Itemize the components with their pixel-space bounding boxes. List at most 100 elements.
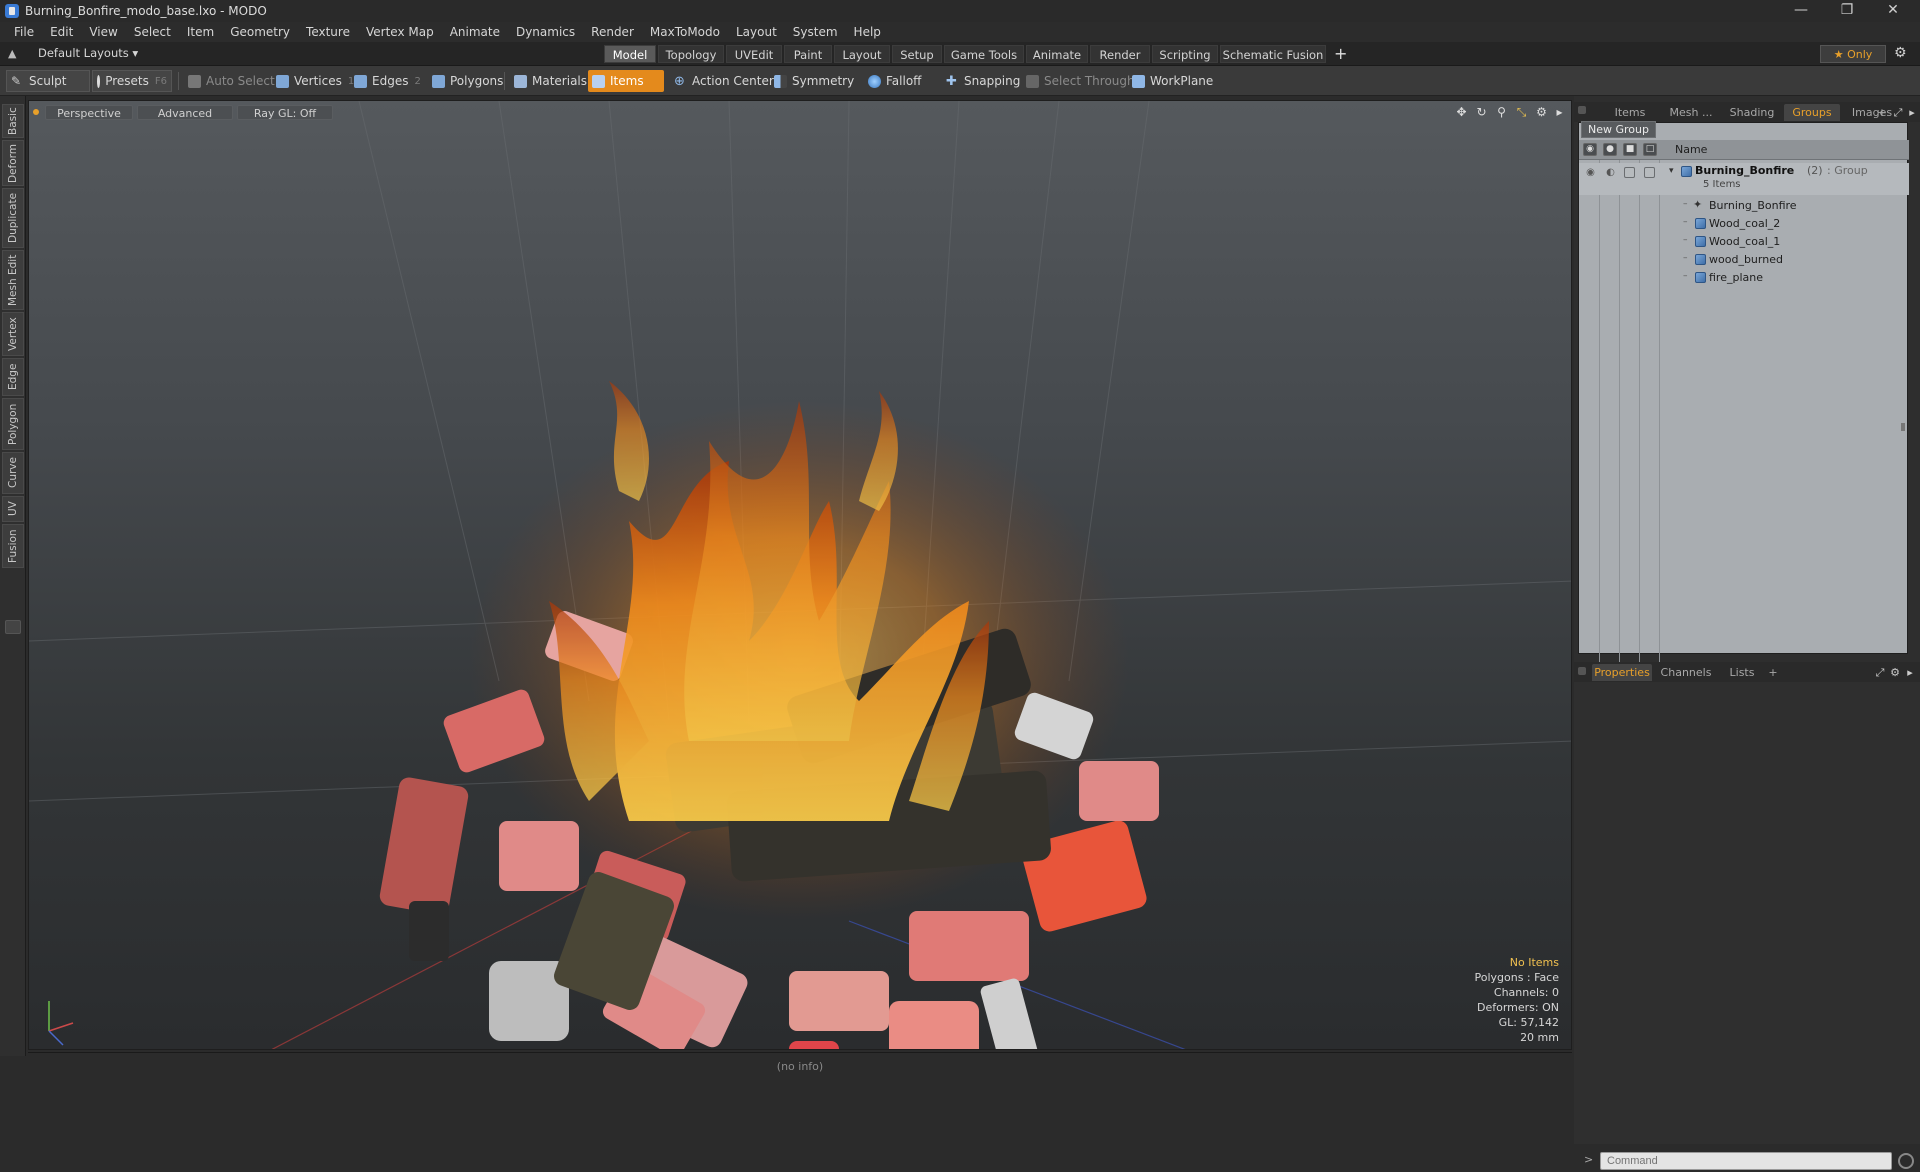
left-tab-uv[interactable]: UV	[2, 496, 24, 522]
presets-button[interactable]: Presets F6	[92, 70, 172, 92]
visibility-column-icon[interactable]: ◉	[1583, 143, 1597, 156]
viewport-menu-arrow-icon[interactable]: ▸	[1553, 106, 1566, 119]
panel-handle-icon[interactable]	[1578, 106, 1586, 114]
tab-uvedit[interactable]: UVEdit	[726, 45, 782, 63]
render-column-icon[interactable]: ●	[1603, 143, 1617, 156]
left-tab-curve[interactable]: Curve	[2, 452, 24, 494]
tab-lists[interactable]: Lists	[1720, 664, 1764, 681]
menu-file[interactable]: File	[6, 22, 42, 42]
left-tab-basic[interactable]: Basic	[2, 104, 24, 138]
snapping-button[interactable]: ✚ Snapping	[942, 70, 1024, 92]
layout-toggle-icon[interactable]: ▲	[8, 47, 16, 60]
group-render-icon[interactable]: ◐	[1605, 167, 1616, 178]
tab-channels[interactable]: Channels	[1656, 664, 1716, 681]
tab-layout[interactable]: Layout	[834, 45, 890, 63]
group-lock-checkbox[interactable]	[1624, 167, 1635, 178]
tab-mesh[interactable]: Mesh ...	[1662, 104, 1720, 121]
add-bottom-tab-button[interactable]: +	[1766, 664, 1780, 681]
raygl-toggle[interactable]: Ray GL: Off	[237, 105, 333, 120]
properties-gear-icon[interactable]: ⚙	[1888, 664, 1902, 681]
view-perspective-dropdown[interactable]: Perspective	[45, 105, 133, 120]
tree-item-wood-coal-1[interactable]: – Wood_coal_1	[1579, 233, 1909, 251]
viewport-gear-icon[interactable]: ⚙	[1535, 106, 1548, 119]
panel-arrow-icon[interactable]: ▸	[1904, 664, 1916, 681]
sculpt-button[interactable]: ✎ Sculpt	[6, 70, 90, 92]
tab-scripting[interactable]: Scripting	[1152, 45, 1218, 63]
view-mode-dropdown[interactable]: Advanced	[137, 105, 233, 120]
select-column-icon[interactable]: □	[1643, 143, 1657, 156]
maximize-icon[interactable]: ⤡	[1515, 106, 1528, 119]
menu-geometry[interactable]: Geometry	[222, 22, 298, 42]
minimize-button[interactable]: —	[1778, 0, 1824, 22]
tab-animate[interactable]: Animate	[1026, 45, 1088, 63]
tab-setup[interactable]: Setup	[892, 45, 942, 63]
panel-toggle-button[interactable]	[5, 620, 21, 634]
panel-arrow-icon[interactable]: ▸	[1906, 104, 1918, 121]
panel-handle-icon[interactable]	[1578, 667, 1586, 675]
left-tab-edge[interactable]: Edge	[2, 358, 24, 396]
menu-select[interactable]: Select	[126, 22, 179, 42]
edges-button[interactable]: Edges 2	[350, 70, 425, 92]
vertices-button[interactable]: Vertices 1	[272, 70, 358, 92]
menu-item[interactable]: Item	[179, 22, 222, 42]
menu-texture[interactable]: Texture	[298, 22, 358, 42]
new-group-button[interactable]: New Group	[1581, 121, 1656, 138]
tab-properties[interactable]: Properties	[1592, 664, 1652, 681]
tab-model[interactable]: Model	[604, 45, 656, 63]
symmetry-button[interactable]: Symmetry	[770, 70, 858, 92]
tree-item-wood-coal-2[interactable]: – Wood_coal_2	[1579, 215, 1909, 233]
menu-render[interactable]: Render	[583, 22, 642, 42]
left-tab-vertex[interactable]: Vertex	[2, 312, 24, 356]
action-center-button[interactable]: ⊕ Action Center	[670, 70, 778, 92]
items-button[interactable]: Items	[588, 70, 664, 92]
menu-maxtomodo[interactable]: MaxToModo	[642, 22, 728, 42]
zoom-icon[interactable]: ⚲	[1495, 106, 1508, 119]
expand-panel-icon[interactable]: ⤢	[1874, 664, 1886, 681]
menu-vertex-map[interactable]: Vertex Map	[358, 22, 442, 42]
close-button[interactable]: ✕	[1870, 0, 1916, 22]
menu-layout[interactable]: Layout	[728, 22, 785, 42]
tab-schematic-fusion[interactable]: Schematic Fusion	[1220, 45, 1326, 63]
group-row[interactable]: ◉ ◐ ▾ Burning_Bonfire (2) : Group 5 Item…	[1579, 163, 1909, 195]
tab-items[interactable]: Items	[1600, 104, 1660, 121]
tab-paint[interactable]: Paint	[784, 45, 832, 63]
workplane-button[interactable]: WorkPlane	[1128, 70, 1217, 92]
menu-dynamics[interactable]: Dynamics	[508, 22, 583, 42]
expand-panel-icon[interactable]: ⤢	[1892, 104, 1904, 121]
rotate-icon[interactable]: ↻	[1475, 106, 1488, 119]
command-input[interactable]	[1600, 1152, 1892, 1170]
polygons-button[interactable]: Polygons	[428, 70, 507, 92]
pan-icon[interactable]: ✥	[1455, 106, 1468, 119]
command-history-icon[interactable]	[1898, 1153, 1914, 1169]
menu-help[interactable]: Help	[846, 22, 889, 42]
tab-render[interactable]: Render	[1090, 45, 1150, 63]
default-layouts-dropdown[interactable]: Default Layouts ▾	[38, 46, 138, 60]
left-tab-fusion[interactable]: Fusion	[2, 524, 24, 568]
restore-button[interactable]: ❐	[1824, 0, 1870, 22]
lock-column-icon[interactable]: ■	[1623, 143, 1637, 156]
auto-select-button[interactable]: Auto Select	[184, 70, 279, 92]
materials-button[interactable]: Materials	[510, 70, 591, 92]
gear-icon[interactable]: ⚙	[1894, 45, 1907, 61]
group-visibility-icon[interactable]: ◉	[1585, 167, 1596, 178]
group-select-checkbox[interactable]	[1644, 167, 1655, 178]
menu-edit[interactable]: Edit	[42, 22, 81, 42]
tree-item-fire-plane[interactable]: – fire_plane	[1579, 269, 1909, 287]
tree-scrollbar[interactable]	[1901, 423, 1905, 431]
tab-game-tools[interactable]: Game Tools	[944, 45, 1024, 63]
collapse-arrow-icon[interactable]: ▾	[1669, 166, 1674, 176]
menu-system[interactable]: System	[785, 22, 846, 42]
tab-shading[interactable]: Shading	[1722, 104, 1782, 121]
left-tab-duplicate[interactable]: Duplicate	[2, 188, 24, 248]
tree-item-burning-bonfire[interactable]: – ✦ Burning_Bonfire	[1579, 197, 1909, 215]
tab-topology[interactable]: Topology	[658, 45, 724, 63]
left-tab-polygon[interactable]: Polygon	[2, 398, 24, 450]
menu-view[interactable]: View	[81, 22, 125, 42]
left-tab-mesh-edit[interactable]: Mesh Edit	[2, 250, 24, 310]
add-layout-tab-button[interactable]: +	[1334, 44, 1347, 63]
add-top-tab-button[interactable]: +	[1876, 104, 1888, 121]
only-toggle-button[interactable]: ★ Only	[1820, 45, 1886, 63]
left-tab-deform[interactable]: Deform	[2, 140, 24, 186]
falloff-button[interactable]: Falloff	[864, 70, 925, 92]
3d-viewport[interactable]: Perspective Advanced Ray GL: Off ✥ ↻ ⚲ ⤡…	[28, 100, 1572, 1050]
